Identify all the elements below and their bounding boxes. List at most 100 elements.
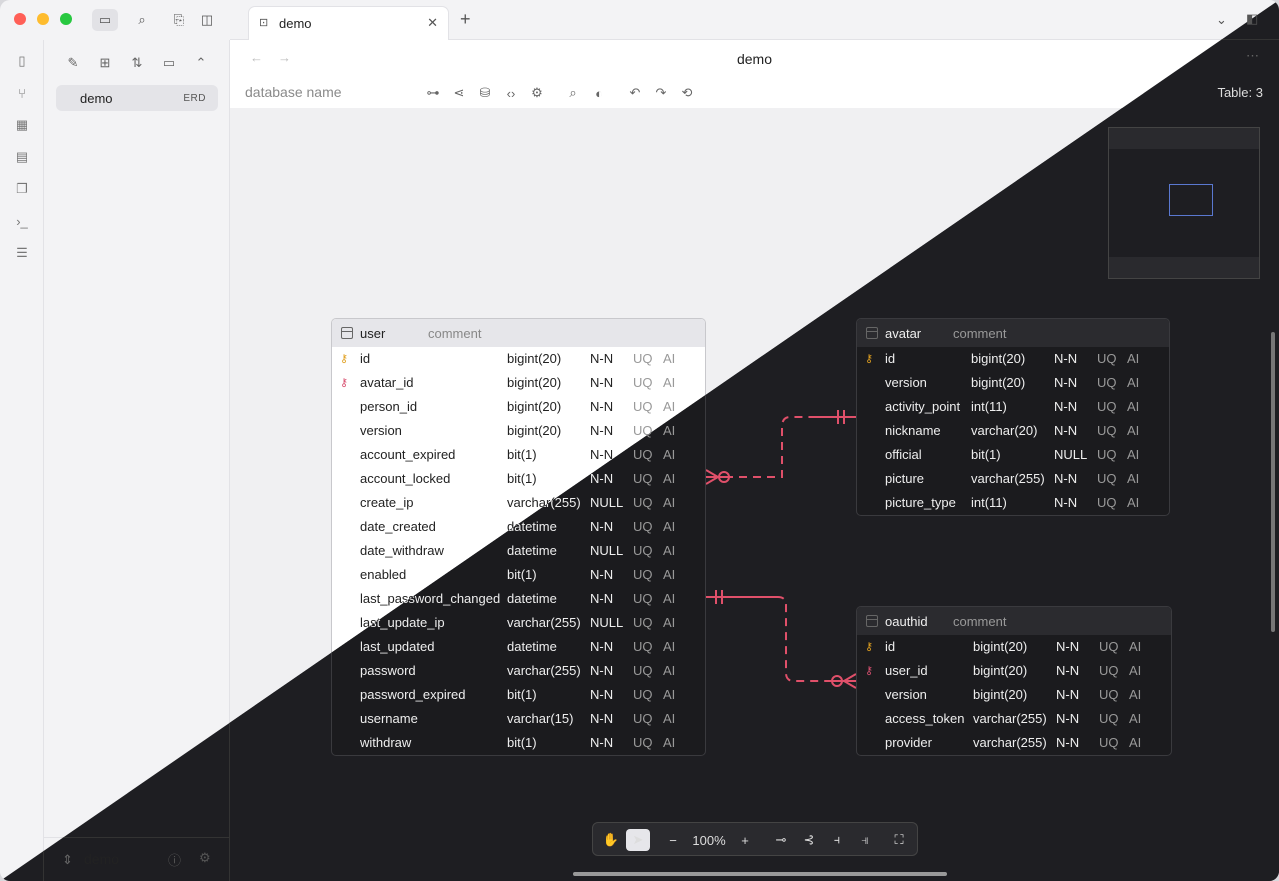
table-row[interactable]: activity_point int(11) N-N UQ AI (857, 395, 1169, 419)
table-row[interactable]: version bigint(20) N-N UQ AI (857, 683, 1171, 707)
horizontal-scrollbar[interactable] (573, 872, 947, 876)
project-name[interactable]: demo (84, 851, 119, 867)
close-window-button[interactable] (14, 13, 26, 25)
column-null: N-N (1056, 639, 1080, 654)
search-icon[interactable]: ⌕ (129, 9, 155, 31)
table-row[interactable]: ⚷ avatar_id bigint(20) N-N UQ AI (332, 371, 705, 395)
expand-icon[interactable]: ⌃ (190, 52, 212, 74)
copy-icon[interactable]: ❐ (11, 178, 33, 200)
bookmark-icon[interactable]: ⎘ (166, 9, 192, 31)
more-icon[interactable]: ⋯ (1246, 48, 1259, 64)
zero-many-icon[interactable]: ⊰ (799, 829, 819, 851)
settings-icon[interactable]: ⚙ (199, 850, 211, 866)
database-name-input[interactable]: database name (245, 84, 342, 100)
share-icon[interactable]: ⋖ (449, 83, 469, 103)
table-icon (866, 615, 878, 627)
table-row[interactable]: account_locked bit(1) N-N UQ AI (332, 467, 705, 491)
table-row[interactable]: withdraw bit(1) N-N UQ AI (332, 731, 705, 755)
vertical-scrollbar[interactable] (1271, 332, 1275, 632)
sort-icon[interactable]: ⇅ (126, 52, 148, 74)
redo-icon[interactable]: ↷ (651, 83, 671, 103)
pointer-tool-icon[interactable]: ➤ (626, 829, 650, 851)
database-icon[interactable]: ⛁ (475, 83, 495, 103)
table-row[interactable]: account_expired bit(1) N-N UQ AI (332, 443, 705, 467)
grid-icon[interactable]: ▦ (11, 114, 33, 136)
close-tab-icon[interactable]: ✕ (427, 15, 438, 31)
table-row[interactable]: access_token varchar(255) N-N UQ AI (857, 707, 1171, 731)
table-row[interactable]: person_id bigint(20) N-N UQ AI (332, 395, 705, 419)
sidebar-item-demo[interactable]: demo ERD (56, 85, 218, 111)
erd-table-oauthid[interactable]: oauthid comment ⚷ id bigint(20) N-N UQ AI… (856, 606, 1172, 756)
column-type: datetime (507, 639, 557, 654)
new-file-icon[interactable]: ✎ (62, 52, 84, 74)
zoom-in-icon[interactable]: + (735, 829, 755, 851)
zoom-level: 100% (692, 832, 726, 848)
table-row[interactable]: nickname varchar(20) N-N UQ AI (857, 419, 1169, 443)
collapse-icon[interactable]: ▭ (158, 52, 180, 74)
table-row[interactable]: last_update_ip varchar(255) NULL UQ AI (332, 611, 705, 635)
table-row[interactable]: date_created datetime N-N UQ AI (332, 515, 705, 539)
project-switch-icon[interactable]: ⇕ (62, 852, 73, 868)
table-row[interactable]: version bigint(20) N-N UQ AI (857, 371, 1169, 395)
help-icon[interactable]: ⓘ (168, 850, 181, 869)
filter-icon[interactable]: ◐ (589, 83, 609, 103)
maximize-window-button[interactable] (60, 13, 72, 25)
fullscreen-icon[interactable]: ⛶ (889, 829, 909, 851)
table-row[interactable]: version bigint(20) N-N UQ AI (332, 419, 705, 443)
table-row[interactable]: date_withdraw datetime NULL UQ AI (332, 539, 705, 563)
table-row[interactable]: enabled bit(1) N-N UQ AI (332, 563, 705, 587)
sidebar-toggle-icon[interactable]: ◫ (194, 9, 220, 31)
column-null: N-N (590, 687, 614, 702)
one-one-icon[interactable]: ⫞ (827, 829, 847, 851)
new-tab-button[interactable]: + (460, 9, 471, 30)
calendar-icon[interactable]: ▤ (11, 146, 33, 168)
panel-toggle-icon[interactable]: ◧ (1246, 11, 1258, 27)
one-many-icon[interactable]: ⫣ (855, 829, 875, 851)
new-folder-icon[interactable]: ⊞ (94, 52, 116, 74)
table-row[interactable]: provider varchar(255) N-N UQ AI (857, 731, 1171, 755)
table-row[interactable]: ⚷ id bigint(20) N-N UQ AI (332, 347, 705, 371)
zoom-out-icon[interactable]: − (663, 829, 683, 851)
erd-table-avatar[interactable]: avatar comment ⚷ id bigint(20) N-N UQ AI v… (856, 318, 1170, 516)
zero-one-icon[interactable]: ⊸ (771, 829, 791, 851)
table-row[interactable]: ⚷ id bigint(20) N-N UQ AI (857, 347, 1169, 371)
table-row[interactable]: password_expired bit(1) N-N UQ AI (332, 683, 705, 707)
folder-icon[interactable]: ▭ (92, 9, 118, 31)
hand-tool-icon[interactable]: ✋ (599, 829, 623, 851)
terminal-icon[interactable]: ›_ (11, 210, 33, 232)
table-row[interactable]: last_password_changed datetime N-N UQ AI (332, 587, 705, 611)
table-header[interactable]: avatar comment (857, 319, 1169, 347)
table-row[interactable]: picture varchar(255) N-N UQ AI (857, 467, 1169, 491)
column-unique: UQ (1097, 495, 1117, 510)
file-icon[interactable]: ▯ (11, 50, 33, 72)
git-icon[interactable]: ⑂ (11, 82, 33, 104)
list-icon[interactable]: ☰ (11, 242, 33, 264)
undo-icon[interactable]: ↶ (625, 83, 645, 103)
primary-key-icon: ⚷ (865, 641, 874, 653)
chevron-down-icon[interactable]: ⌄ (1216, 12, 1227, 28)
code-icon[interactable]: ‹› (501, 83, 521, 103)
table-row[interactable]: create_ip varchar(255) NULL UQ AI (332, 491, 705, 515)
tab-demo[interactable]: ⊡ demo ✕ (248, 6, 449, 40)
relation-icon[interactable]: ⊶ (423, 83, 443, 103)
column-type: varchar(255) (507, 495, 581, 510)
table-row[interactable]: official bit(1) NULL UQ AI (857, 443, 1169, 467)
column-null: NULL (590, 543, 624, 558)
table-row[interactable]: picture_type int(11) N-N UQ AI (857, 491, 1169, 515)
table-row[interactable]: ⚷ user_id bigint(20) N-N UQ AI (857, 659, 1171, 683)
history-icon[interactable]: ⟲ (677, 83, 697, 103)
table-row[interactable]: username varchar(15) N-N UQ AI (332, 707, 705, 731)
table-row[interactable]: password varchar(255) N-N UQ AI (332, 659, 705, 683)
erd-canvas[interactable]: user comment ⚷ id bigint(20) N-N UQ AI ⚷ av… (230, 108, 1279, 881)
relation-user-oauthid[interactable] (706, 596, 856, 682)
erd-table-user[interactable]: user comment ⚷ id bigint(20) N-N UQ AI ⚷ av… (331, 318, 706, 756)
minimize-window-button[interactable] (37, 13, 49, 25)
table-header[interactable]: oauthid comment (857, 607, 1171, 635)
gear-icon[interactable]: ⚙ (527, 83, 547, 103)
table-row[interactable]: last_updated datetime N-N UQ AI (332, 635, 705, 659)
column-type: varchar(255) (507, 663, 581, 678)
table-row[interactable]: ⚷ id bigint(20) N-N UQ AI (857, 635, 1171, 659)
table-header[interactable]: user comment (332, 319, 705, 347)
find-icon[interactable]: ⌕ (563, 83, 583, 103)
relation-user-avatar[interactable] (706, 416, 856, 478)
